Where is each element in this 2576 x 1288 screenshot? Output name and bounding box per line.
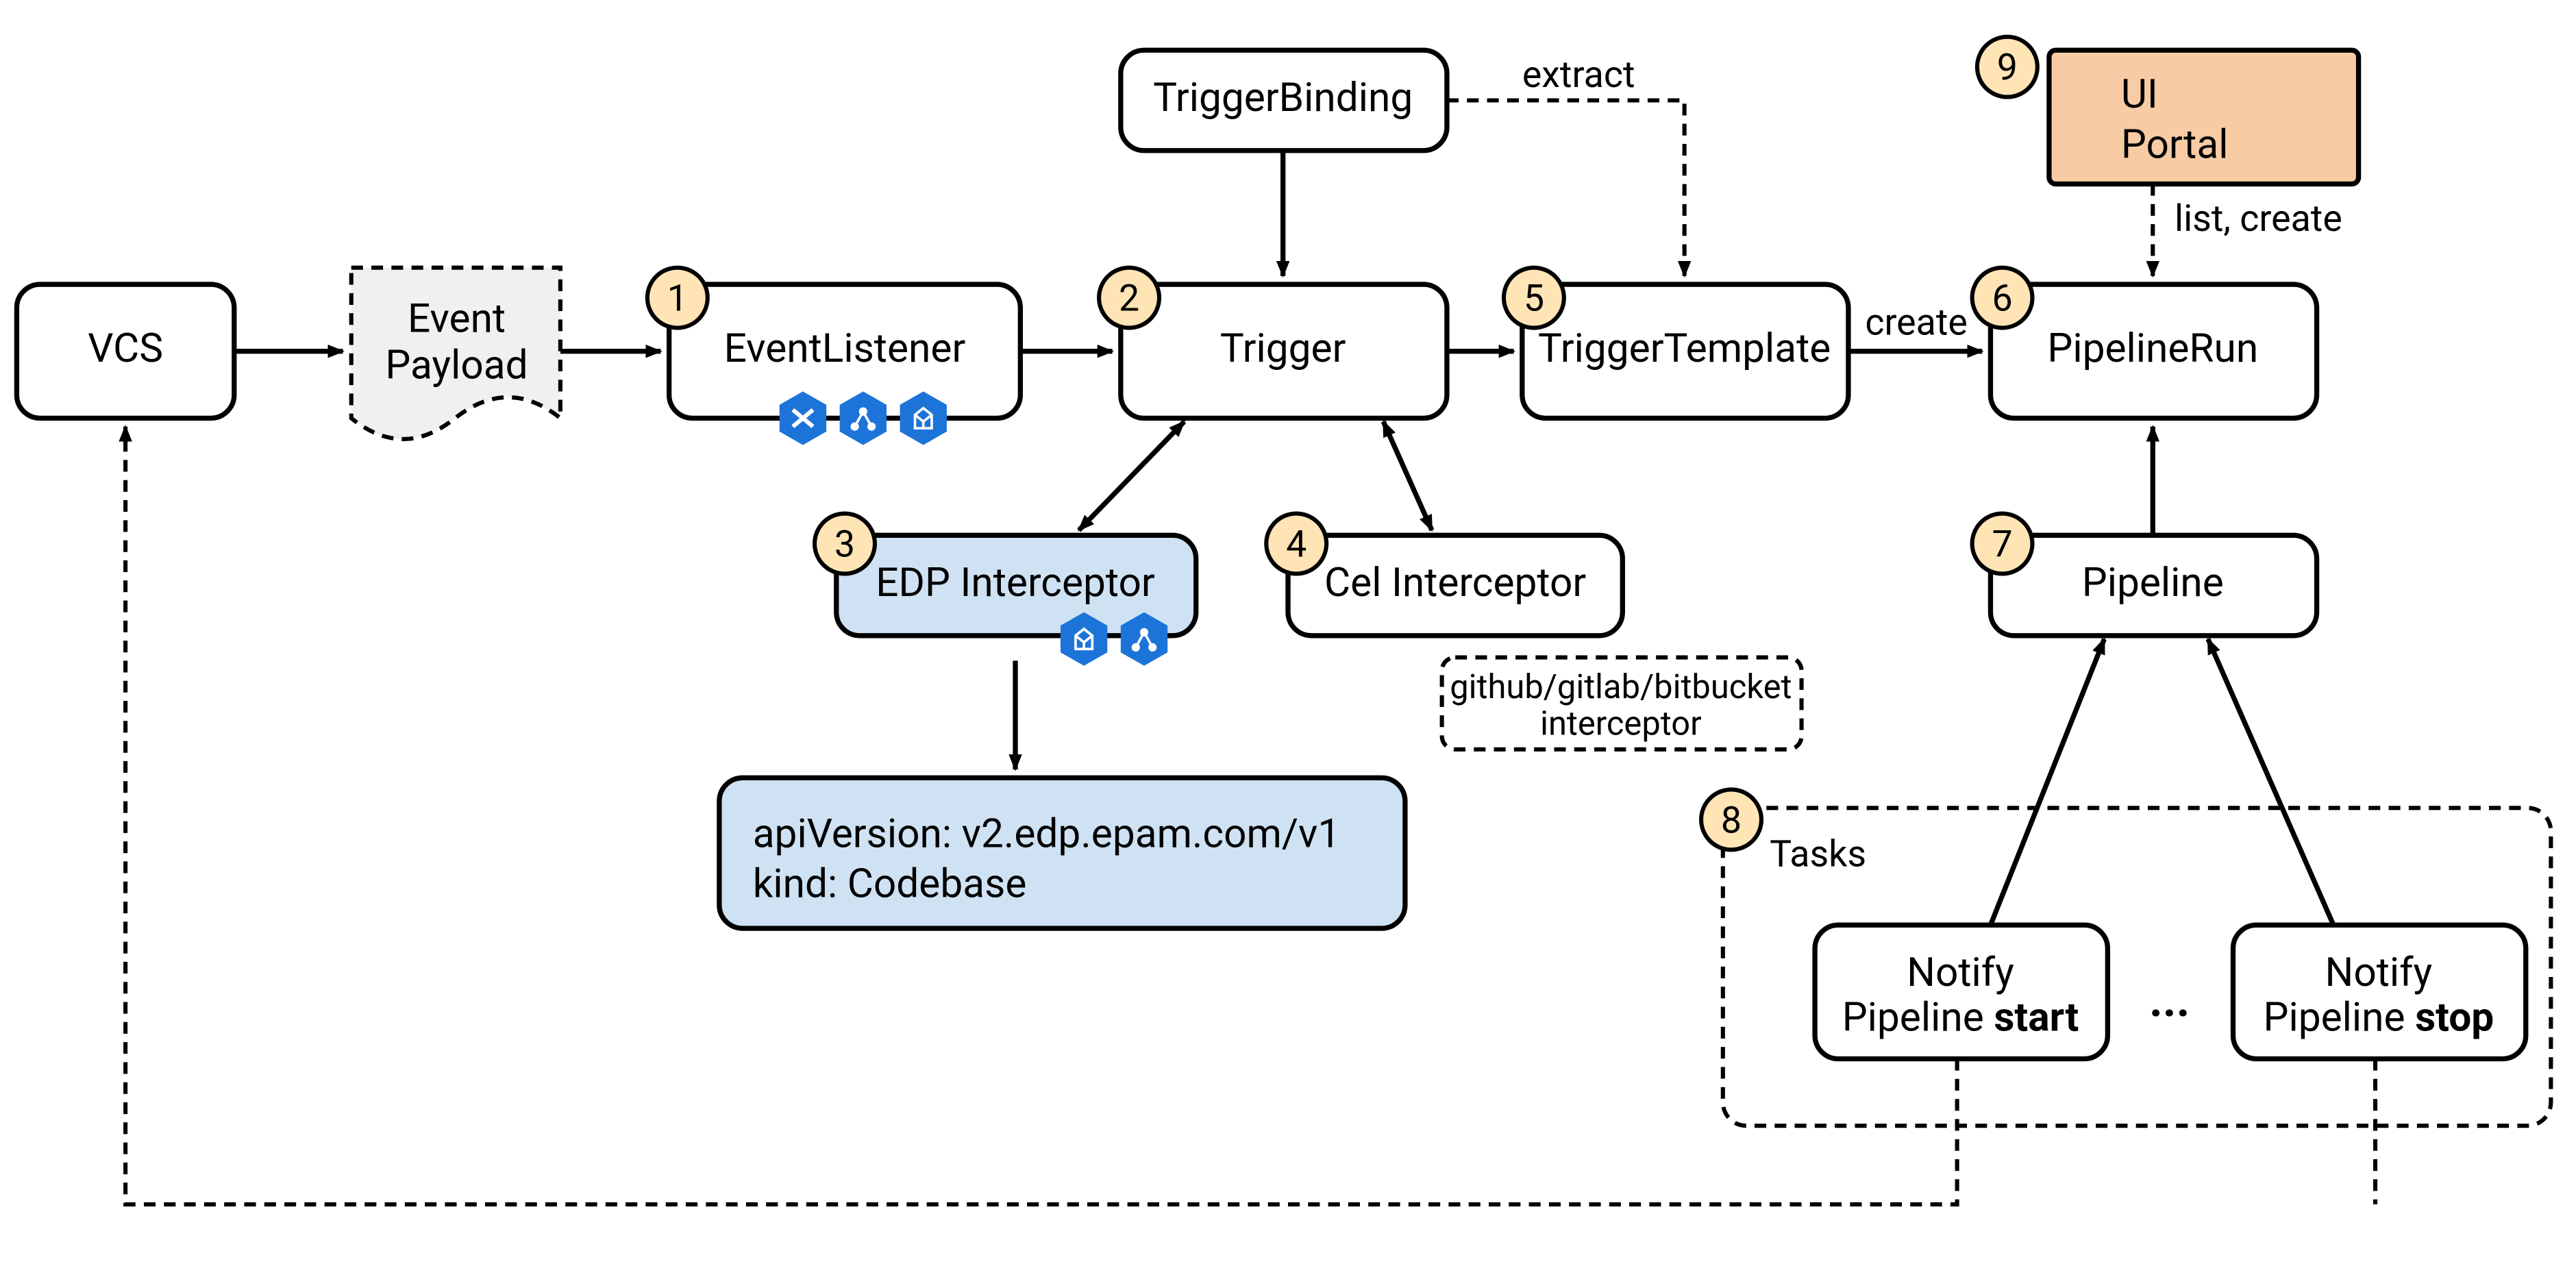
node-vcs: VCS: [16, 284, 234, 418]
node-edp-interceptor: EDP Interceptor: [837, 535, 1196, 665]
node-pipeline-run: PipelineRun: [1990, 284, 2316, 418]
svg-text:Notify: Notify: [2325, 950, 2433, 996]
node-pipeline: Pipeline: [1990, 535, 2316, 635]
api-l2: kind: Codebase: [753, 861, 1027, 908]
node-event-payload: Event Payload: [351, 268, 560, 439]
api-l1: apiVersion: v2.edp.epam.com/v1: [753, 810, 1341, 857]
node-cel-interceptor: Cel Interceptor: [1288, 535, 1622, 635]
node-ui-portal: UI Portal: [2049, 50, 2359, 184]
node-trigger: Trigger: [1121, 284, 1447, 418]
event-payload-l1: Event: [408, 295, 506, 342]
svg-text:interceptor: interceptor: [1540, 704, 1702, 743]
ui-portal-l1: UI: [2121, 71, 2158, 118]
event-payload-l2: Payload: [385, 343, 528, 389]
node-event-listener: EventListener: [669, 284, 1021, 445]
svg-text:4: 4: [1286, 523, 1306, 567]
arrow-nstop-pipeline: [2208, 639, 2333, 926]
svg-text:github/gitlab/bitbucket: github/gitlab/bitbucket: [1450, 667, 1792, 706]
svg-text:7: 7: [1992, 523, 2012, 567]
trigger-template-label: TriggerTemplate: [1538, 325, 1831, 372]
node-trigger-binding: TriggerBinding: [1121, 50, 1447, 150]
extract-label: extract: [1522, 53, 1635, 97]
arrow-trigger-edp: [1079, 421, 1185, 530]
create-label: create: [1865, 301, 1968, 344]
arrow-trigger-cel: [1383, 421, 1432, 530]
node-api-version: apiVersion: v2.edp.epam.com/v1 kind: Cod…: [719, 778, 1405, 928]
event-listener-label: EventListener: [724, 325, 966, 372]
trigger-label: Trigger: [1220, 325, 1346, 372]
svg-text:Pipeline start: Pipeline start: [1842, 995, 2079, 1041]
cel-interceptor-label: Cel Interceptor: [1324, 560, 1586, 606]
pipeline-label: Pipeline: [2082, 560, 2224, 606]
tasks-label: Tasks: [1770, 833, 1866, 876]
arrow-nstart-pipeline: [1990, 639, 2104, 926]
ui-portal-l2: Portal: [2121, 121, 2229, 168]
node-other-interceptor: github/gitlab/bitbucket interceptor: [1442, 658, 1802, 750]
svg-text:5: 5: [1524, 277, 1544, 321]
list-create-label: list, create: [2175, 197, 2342, 240]
svg-text:2: 2: [1119, 277, 1139, 321]
node-notify-stop: Notify Pipeline stop: [2233, 925, 2525, 1058]
vcs-label: VCS: [88, 325, 163, 372]
edp-interceptor-label: EDP Interceptor: [876, 560, 1155, 606]
pipeline-run-label: PipelineRun: [2047, 325, 2258, 372]
svg-text:6: 6: [1992, 277, 2012, 321]
node-trigger-template: TriggerTemplate: [1522, 284, 1848, 418]
svg-text:9: 9: [1997, 47, 2018, 90]
svg-text:8: 8: [1721, 799, 1742, 842]
svg-text:3: 3: [834, 523, 855, 567]
ellipsis: ...: [2149, 973, 2190, 1028]
svg-text:Pipeline stop: Pipeline stop: [2264, 995, 2494, 1041]
svg-text:1: 1: [667, 277, 688, 321]
trigger-binding-label: TriggerBinding: [1153, 75, 1413, 121]
arrow-binding-extract: [1447, 100, 1685, 275]
node-notify-start: Notify Pipeline start: [1815, 925, 2107, 1058]
diagram-canvas: VCS Event Payload EventListener 1 Tr: [0, 0, 2576, 1288]
svg-text:Notify: Notify: [1907, 950, 2014, 996]
